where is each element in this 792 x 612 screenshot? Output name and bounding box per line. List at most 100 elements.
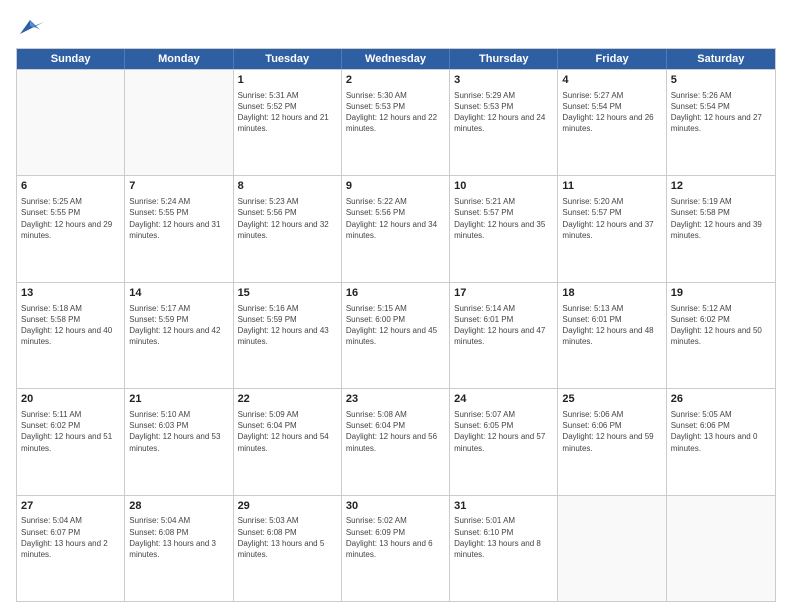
- day-info: Sunrise: 5:10 AMSunset: 6:03 PMDaylight:…: [129, 409, 228, 454]
- day-number: 24: [454, 392, 553, 407]
- day-number: 17: [454, 286, 553, 301]
- calendar-body: 1 Sunrise: 5:31 AMSunset: 5:52 PMDaylight…: [17, 69, 775, 601]
- calendar-cell: 12Sunrise: 5:19 AMSunset: 5:58 PMDayligh…: [667, 176, 775, 281]
- day-number: 11: [562, 179, 661, 194]
- day-number: 5: [671, 73, 771, 88]
- calendar-cell: 5 Sunrise: 5:26 AMSunset: 5:54 PMDaylight…: [667, 70, 775, 175]
- calendar-cell: 8 Sunrise: 5:23 AMSunset: 5:56 PMDaylight…: [234, 176, 342, 281]
- day-number: 10: [454, 179, 553, 194]
- calendar-cell: 31Sunrise: 5:01 AMSunset: 6:10 PMDayligh…: [450, 496, 558, 601]
- day-info: Sunrise: 5:12 AMSunset: 6:02 PMDaylight:…: [671, 303, 771, 348]
- calendar-week-4: 20 Sunrise: 5:11 AMSunset: 6:02 PMDayligh…: [17, 388, 775, 494]
- day-number: 20: [21, 392, 120, 407]
- day-number: 27: [21, 499, 120, 514]
- calendar-cell: 23 Sunrise: 5:08 AMSunset: 6:04 PMDayligh…: [342, 389, 450, 494]
- day-info: Sunrise: 5:23 AMSunset: 5:56 PMDaylight:…: [238, 196, 337, 241]
- day-number: 19: [671, 286, 771, 301]
- calendar-cell: 9 Sunrise: 5:22 AMSunset: 5:56 PMDaylight…: [342, 176, 450, 281]
- day-number: 4: [562, 73, 661, 88]
- day-info: Sunrise: 5:27 AMSunset: 5:54 PMDaylight:…: [562, 90, 661, 135]
- calendar-cell: 30Sunrise: 5:02 AMSunset: 6:09 PMDayligh…: [342, 496, 450, 601]
- calendar-cell: 7Sunrise: 5:24 AMSunset: 5:55 PMDaylight…: [125, 176, 233, 281]
- day-info: Sunrise: 5:04 AMSunset: 6:08 PMDaylight:…: [129, 515, 228, 560]
- calendar-cell: 19 Sunrise: 5:12 AMSunset: 6:02 PMDayligh…: [667, 283, 775, 388]
- day-info: Sunrise: 5:08 AMSunset: 6:04 PMDaylight:…: [346, 409, 445, 454]
- day-number: 28: [129, 499, 228, 514]
- day-info: Sunrise: 5:19 AMSunset: 5:58 PMDaylight:…: [671, 196, 771, 241]
- day-number: 1: [238, 73, 337, 88]
- day-number: 9: [346, 179, 445, 194]
- logo: [16, 16, 48, 38]
- day-info: Sunrise: 5:26 AMSunset: 5:54 PMDaylight:…: [671, 90, 771, 135]
- day-info: Sunrise: 5:17 AMSunset: 5:59 PMDaylight:…: [129, 303, 228, 348]
- calendar-week-2: 6 Sunrise: 5:25 AMSunset: 5:55 PMDaylight…: [17, 175, 775, 281]
- calendar-cell: 10 Sunrise: 5:21 AMSunset: 5:57 PMDayligh…: [450, 176, 558, 281]
- calendar-cell: [558, 496, 666, 601]
- calendar-cell: 11Sunrise: 5:20 AMSunset: 5:57 PMDayligh…: [558, 176, 666, 281]
- calendar: Sunday Monday Tuesday Wednesday Thursday…: [16, 48, 776, 602]
- calendar-cell: 15 Sunrise: 5:16 AMSunset: 5:59 PMDayligh…: [234, 283, 342, 388]
- day-info: Sunrise: 5:06 AMSunset: 6:06 PMDaylight:…: [562, 409, 661, 454]
- day-info: Sunrise: 5:03 AMSunset: 6:08 PMDaylight:…: [238, 515, 337, 560]
- calendar-cell: 20 Sunrise: 5:11 AMSunset: 6:02 PMDayligh…: [17, 389, 125, 494]
- day-number: 25: [562, 392, 661, 407]
- calendar-cell: 13 Sunrise: 5:18 AMSunset: 5:58 PMDayligh…: [17, 283, 125, 388]
- header-thursday: Thursday: [450, 49, 558, 69]
- day-number: 15: [238, 286, 337, 301]
- day-number: 13: [21, 286, 120, 301]
- header-sunday: Sunday: [17, 49, 125, 69]
- day-info: Sunrise: 5:16 AMSunset: 5:59 PMDaylight:…: [238, 303, 337, 348]
- header-tuesday: Tuesday: [234, 49, 342, 69]
- day-number: 21: [129, 392, 228, 407]
- calendar-cell: 27Sunrise: 5:04 AMSunset: 6:07 PMDayligh…: [17, 496, 125, 601]
- calendar-cell: 4 Sunrise: 5:27 AMSunset: 5:54 PMDaylight…: [558, 70, 666, 175]
- day-number: 30: [346, 499, 445, 514]
- calendar-week-1: 1 Sunrise: 5:31 AMSunset: 5:52 PMDaylight…: [17, 69, 775, 175]
- calendar-cell: 2Sunrise: 5:30 AMSunset: 5:53 PMDaylight…: [342, 70, 450, 175]
- day-info: Sunrise: 5:09 AMSunset: 6:04 PMDaylight:…: [238, 409, 337, 454]
- day-info: Sunrise: 5:31 AMSunset: 5:52 PMDaylight:…: [238, 90, 337, 135]
- calendar-cell: [17, 70, 125, 175]
- calendar-header: Sunday Monday Tuesday Wednesday Thursday…: [17, 49, 775, 69]
- header-saturday: Saturday: [667, 49, 775, 69]
- calendar-cell: 14 Sunrise: 5:17 AMSunset: 5:59 PMDayligh…: [125, 283, 233, 388]
- calendar-cell: 26Sunrise: 5:05 AMSunset: 6:06 PMDayligh…: [667, 389, 775, 494]
- calendar-cell: 29Sunrise: 5:03 AMSunset: 6:08 PMDayligh…: [234, 496, 342, 601]
- calendar-week-3: 13 Sunrise: 5:18 AMSunset: 5:58 PMDayligh…: [17, 282, 775, 388]
- calendar-cell: 16Sunrise: 5:15 AMSunset: 6:00 PMDayligh…: [342, 283, 450, 388]
- calendar-cell: 22 Sunrise: 5:09 AMSunset: 6:04 PMDayligh…: [234, 389, 342, 494]
- calendar-cell: 21 Sunrise: 5:10 AMSunset: 6:03 PMDayligh…: [125, 389, 233, 494]
- day-number: 3: [454, 73, 553, 88]
- day-info: Sunrise: 5:15 AMSunset: 6:00 PMDaylight:…: [346, 303, 445, 348]
- header-friday: Friday: [558, 49, 666, 69]
- day-number: 26: [671, 392, 771, 407]
- day-info: Sunrise: 5:04 AMSunset: 6:07 PMDaylight:…: [21, 515, 120, 560]
- day-number: 22: [238, 392, 337, 407]
- day-number: 8: [238, 179, 337, 194]
- logo-icon: [16, 16, 44, 38]
- page: Sunday Monday Tuesday Wednesday Thursday…: [0, 0, 792, 612]
- day-info: Sunrise: 5:30 AMSunset: 5:53 PMDaylight:…: [346, 90, 445, 135]
- calendar-cell: [667, 496, 775, 601]
- day-info: Sunrise: 5:22 AMSunset: 5:56 PMDaylight:…: [346, 196, 445, 241]
- day-number: 6: [21, 179, 120, 194]
- day-info: Sunrise: 5:07 AMSunset: 6:05 PMDaylight:…: [454, 409, 553, 454]
- day-info: Sunrise: 5:21 AMSunset: 5:57 PMDaylight:…: [454, 196, 553, 241]
- calendar-week-5: 27Sunrise: 5:04 AMSunset: 6:07 PMDayligh…: [17, 495, 775, 601]
- day-info: Sunrise: 5:18 AMSunset: 5:58 PMDaylight:…: [21, 303, 120, 348]
- header-wednesday: Wednesday: [342, 49, 450, 69]
- day-info: Sunrise: 5:25 AMSunset: 5:55 PMDaylight:…: [21, 196, 120, 241]
- day-info: Sunrise: 5:14 AMSunset: 6:01 PMDaylight:…: [454, 303, 553, 348]
- day-number: 14: [129, 286, 228, 301]
- day-info: Sunrise: 5:11 AMSunset: 6:02 PMDaylight:…: [21, 409, 120, 454]
- day-info: Sunrise: 5:29 AMSunset: 5:53 PMDaylight:…: [454, 90, 553, 135]
- day-info: Sunrise: 5:02 AMSunset: 6:09 PMDaylight:…: [346, 515, 445, 560]
- calendar-cell: 18Sunrise: 5:13 AMSunset: 6:01 PMDayligh…: [558, 283, 666, 388]
- day-number: 31: [454, 499, 553, 514]
- calendar-cell: 6 Sunrise: 5:25 AMSunset: 5:55 PMDaylight…: [17, 176, 125, 281]
- calendar-cell: 25 Sunrise: 5:06 AMSunset: 6:06 PMDayligh…: [558, 389, 666, 494]
- day-number: 29: [238, 499, 337, 514]
- header: [16, 16, 776, 38]
- day-number: 23: [346, 392, 445, 407]
- day-info: Sunrise: 5:01 AMSunset: 6:10 PMDaylight:…: [454, 515, 553, 560]
